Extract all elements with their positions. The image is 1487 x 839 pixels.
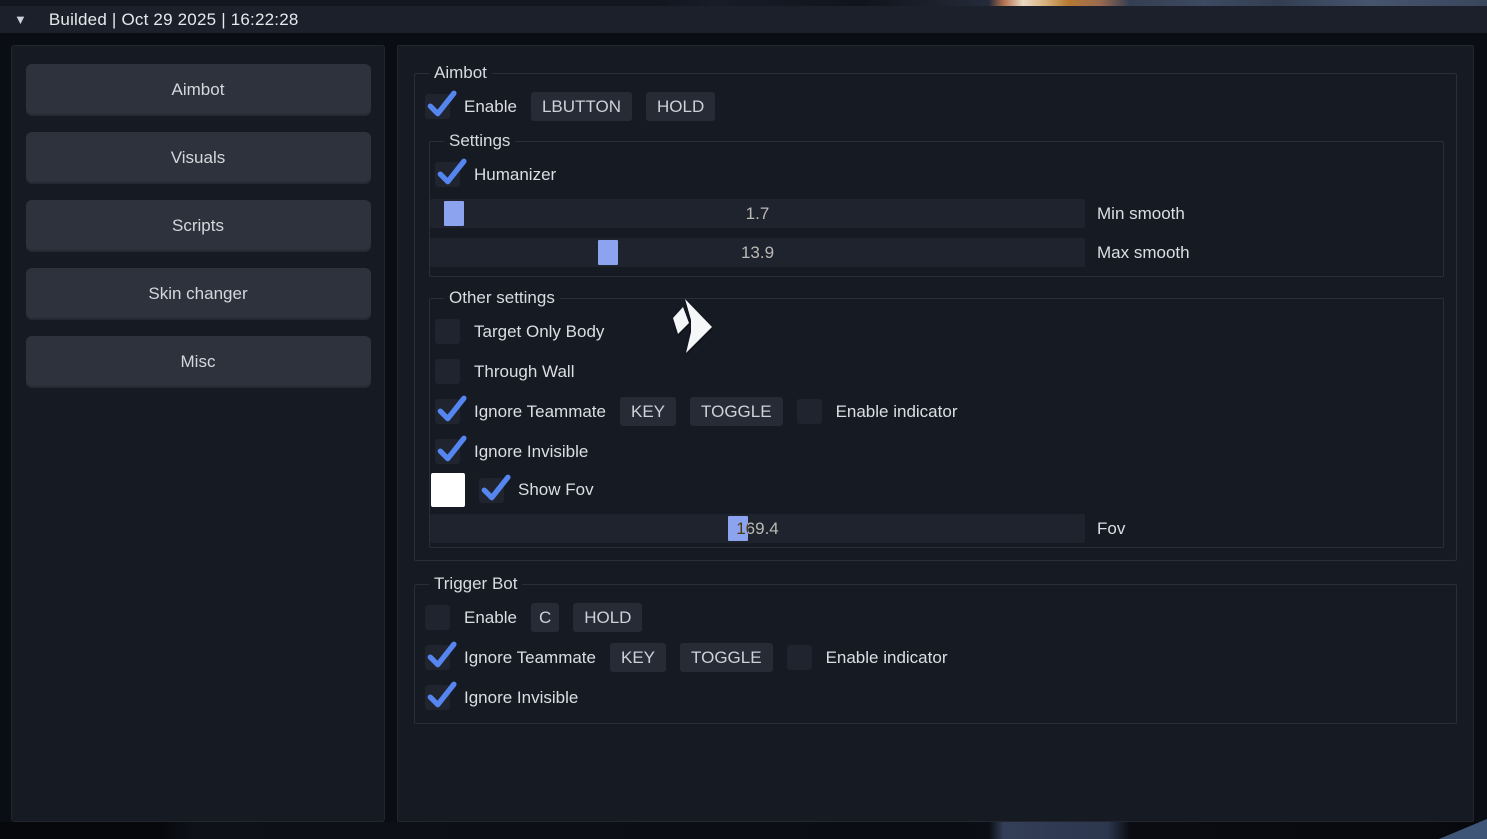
trigger-enable-indicator-checkbox[interactable] — [787, 645, 812, 670]
min-smooth-value: 1.7 — [430, 199, 1085, 228]
check-icon — [436, 434, 466, 464]
fov-value: 169.4 — [430, 514, 1085, 543]
trigger-ignore-teammate-key-button[interactable]: KEY — [610, 643, 666, 672]
sidebar-item-scripts[interactable]: Scripts — [26, 200, 371, 252]
trigger-enable-indicator-label: Enable indicator — [826, 648, 948, 668]
show-fov-label: Show Fov — [518, 480, 594, 500]
target-only-body-checkbox[interactable] — [435, 319, 460, 344]
through-wall-label: Through Wall — [474, 362, 574, 382]
target-only-body-row: Target Only Body — [435, 318, 1433, 345]
trigger-keymode-button[interactable]: HOLD — [573, 603, 642, 632]
max-smooth-label: Max smooth — [1097, 243, 1190, 263]
trigger-enable-checkbox[interactable] — [425, 605, 450, 630]
aimbot-ignore-teammate-checkbox[interactable] — [435, 399, 460, 424]
aimbot-ignore-teammate-row: Ignore Teammate KEY TOGGLE Enable indica… — [435, 397, 1433, 426]
through-wall-row: Through Wall — [435, 358, 1433, 385]
aimbot-ignore-teammate-key-button[interactable]: KEY — [620, 397, 676, 426]
fov-row: 169.4 Fov — [430, 514, 1433, 543]
trigger-ignore-invisible-row: Ignore Invisible — [425, 684, 1444, 711]
aimbot-enable-indicator-checkbox[interactable] — [797, 399, 822, 424]
aimbot-keybind-button[interactable]: LBUTTON — [531, 92, 632, 121]
game-background-corner — [1439, 819, 1487, 839]
aimbot-ignore-teammate-label: Ignore Teammate — [474, 402, 606, 422]
check-icon — [426, 89, 456, 119]
sidebar-item-aimbot[interactable]: Aimbot — [26, 64, 371, 116]
check-icon — [436, 394, 466, 424]
min-smooth-row: 1.7 Min smooth — [430, 199, 1433, 228]
check-icon — [426, 640, 456, 670]
other-settings-section-title: Other settings — [444, 287, 560, 309]
trigger-enable-row: Enable C HOLD — [425, 603, 1444, 632]
aimbot-ignore-invisible-checkbox[interactable] — [435, 439, 460, 464]
trigger-ignore-invisible-checkbox[interactable] — [425, 685, 450, 710]
aimbot-enable-checkbox[interactable] — [425, 94, 450, 119]
titlebar: ▼ Builded | Oct 29 2025 | 16:22:28 — [0, 6, 1487, 33]
check-icon — [426, 680, 456, 710]
max-smooth-row: 13.9 Max smooth — [430, 238, 1433, 267]
settings-section: Settings Humanizer 1.7 Min smooth 13.9 — [429, 141, 1444, 277]
sidebar-item-visuals[interactable]: Visuals — [26, 132, 371, 184]
fov-color-swatch[interactable] — [431, 473, 465, 507]
main-panel: Aimbot Enable LBUTTON HOLD Settings Huma… — [397, 45, 1474, 822]
show-fov-row: Show Fov — [431, 473, 1433, 507]
settings-section-title: Settings — [444, 130, 515, 152]
humanizer-row: Humanizer — [435, 161, 1433, 188]
aimbot-ignore-invisible-row: Ignore Invisible — [435, 438, 1433, 465]
aimbot-ignore-teammate-mode-button[interactable]: TOGGLE — [690, 397, 783, 426]
trigger-ignore-teammate-mode-button[interactable]: TOGGLE — [680, 643, 773, 672]
aimbot-enable-row: Enable LBUTTON HOLD — [425, 92, 1444, 121]
trigger-bot-section: Trigger Bot Enable C HOLD Ignore Teammat… — [414, 584, 1457, 724]
trigger-ignore-invisible-label: Ignore Invisible — [464, 688, 578, 708]
max-smooth-slider[interactable]: 13.9 — [430, 238, 1085, 267]
check-icon — [436, 157, 466, 187]
aimbot-enable-indicator-label: Enable indicator — [836, 402, 958, 422]
show-fov-checkbox[interactable] — [479, 478, 504, 503]
min-smooth-slider[interactable]: 1.7 — [430, 199, 1085, 228]
trigger-enable-label: Enable — [464, 608, 517, 628]
sidebar-item-skin-changer[interactable]: Skin changer — [26, 268, 371, 320]
trigger-bot-section-title: Trigger Bot — [429, 573, 522, 595]
fov-label: Fov — [1097, 519, 1125, 539]
humanizer-checkbox[interactable] — [435, 162, 460, 187]
min-smooth-label: Min smooth — [1097, 204, 1185, 224]
through-wall-checkbox[interactable] — [435, 359, 460, 384]
max-smooth-value: 13.9 — [430, 238, 1085, 267]
trigger-keybind-button[interactable]: C — [531, 603, 559, 632]
aimbot-section-title: Aimbot — [429, 62, 492, 84]
trigger-ignore-teammate-label: Ignore Teammate — [464, 648, 596, 668]
humanizer-label: Humanizer — [474, 165, 556, 185]
game-background-bottom — [0, 822, 1487, 839]
trigger-ignore-teammate-checkbox[interactable] — [425, 645, 450, 670]
target-only-body-label: Target Only Body — [474, 322, 604, 342]
check-icon — [480, 473, 510, 503]
trigger-ignore-teammate-row: Ignore Teammate KEY TOGGLE Enable indica… — [425, 643, 1444, 672]
collapse-triangle-icon[interactable]: ▼ — [14, 12, 27, 27]
fov-slider[interactable]: 169.4 — [430, 514, 1085, 543]
sidebar: Aimbot Visuals Scripts Skin changer Misc — [11, 45, 385, 822]
aimbot-section: Aimbot Enable LBUTTON HOLD Settings Huma… — [414, 73, 1457, 561]
window-title: Builded | Oct 29 2025 | 16:22:28 — [49, 10, 299, 30]
aimbot-ignore-invisible-label: Ignore Invisible — [474, 442, 588, 462]
sidebar-item-misc[interactable]: Misc — [26, 336, 371, 388]
other-settings-section: Other settings Target Only Body Through … — [429, 298, 1444, 548]
aimbot-keymode-button[interactable]: HOLD — [646, 92, 715, 121]
aimbot-enable-label: Enable — [464, 97, 517, 117]
